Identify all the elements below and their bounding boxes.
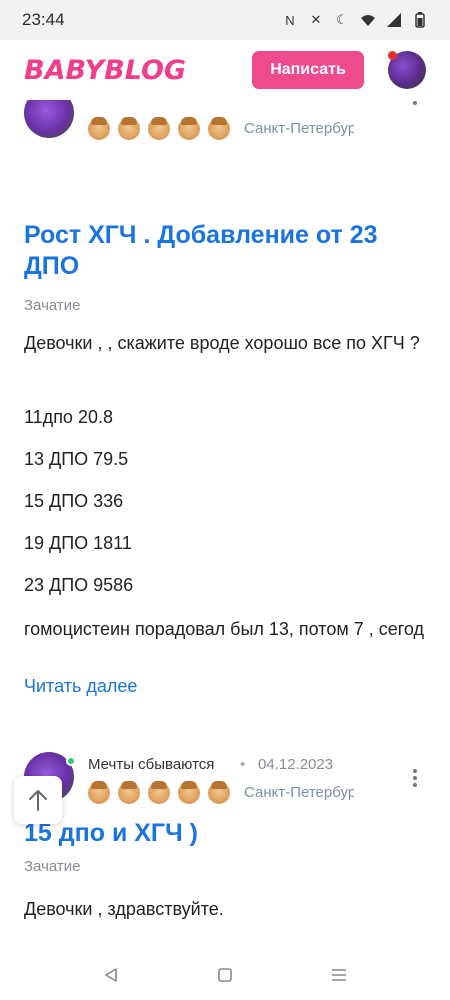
back-icon[interactable] (99, 967, 123, 983)
post-date: 04.12.2023 (258, 756, 334, 773)
post-text: Девочки , здравствуйте. (24, 899, 224, 919)
status-bar: 23:44 N ✕ ☾ (0, 0, 450, 40)
battery-icon (412, 12, 428, 28)
recents-icon[interactable] (327, 967, 351, 983)
online-indicator (66, 756, 76, 766)
system-nav-bar (0, 950, 450, 1000)
post-card: Санкт-Петербург Рост ХГЧ . Добавление от… (0, 100, 450, 808)
post-category[interactable]: Зачатие (24, 297, 81, 314)
notification-dot (388, 51, 397, 60)
status-icons: N ✕ ☾ (282, 12, 428, 28)
post-card: Мечты сбываются • 04.12.2023 Санкт-Петер… (0, 722, 450, 950)
badge-icon (88, 117, 110, 140)
app-header: BABYBLOG Написать (0, 40, 450, 100)
author-avatar[interactable] (24, 100, 74, 138)
author-city: Санкт-Петербург (244, 784, 354, 801)
profile-avatar[interactable] (388, 51, 426, 89)
badge-icon (88, 781, 110, 804)
post-text: 19 ДПО 1811 (24, 533, 132, 553)
badge-icon (178, 781, 200, 804)
badge-icon (148, 781, 170, 804)
scroll-to-top-button[interactable] (14, 776, 62, 824)
post-category[interactable]: Зачатие (24, 858, 81, 875)
badge-icon (148, 117, 170, 140)
post-text: Девочки , , скажите вроде хорошо все по … (24, 333, 420, 353)
read-more-link[interactable]: Читать далее (24, 676, 137, 697)
author-city: Санкт-Петербург (244, 120, 354, 137)
moon-icon: ☾ (336, 12, 348, 27)
post-text: 23 ДПО 9586 (24, 575, 134, 595)
post-author-row: Мечты сбываются • 04.12.2023 Санкт-Петер… (24, 752, 434, 812)
more-options-icon[interactable] (406, 100, 424, 110)
badge-icon (118, 781, 140, 804)
badge-icon (118, 117, 140, 140)
wifi-icon (360, 12, 376, 28)
write-button[interactable]: Написать (252, 51, 364, 89)
more-options-icon[interactable] (406, 766, 424, 792)
post-author-row: Санкт-Петербург (24, 100, 434, 148)
mute-icon: ✕ (310, 12, 322, 27)
post-title[interactable]: 15 дпо и ХГЧ ) (24, 818, 424, 849)
post-text: 11дпо 20.8 (24, 407, 113, 427)
status-time: 23:44 (22, 10, 65, 29)
user-badges (88, 781, 230, 804)
babyblog-logo[interactable]: BABYBLOG (24, 55, 186, 86)
post-text: 15 ДПО 336 (24, 491, 124, 511)
badge-icon (208, 781, 230, 804)
home-icon[interactable] (213, 967, 237, 983)
post-title[interactable]: Рост ХГЧ . Добавление от 23 ДПО (24, 220, 424, 282)
post-text: гомоцистеин порадовал был 13, потом 7 , … (24, 619, 424, 639)
user-badges (88, 117, 230, 140)
post-text: 13 ДПО 79.5 (24, 449, 129, 469)
nfc-icon: N (285, 12, 295, 28)
arrow-up-icon (29, 790, 47, 811)
signal-icon (386, 12, 402, 28)
separator-dot: • (240, 756, 246, 773)
author-name[interactable]: Мечты сбываются (88, 756, 214, 773)
feed[interactable]: Санкт-Петербург Рост ХГЧ . Добавление от… (0, 100, 450, 950)
badge-icon (208, 117, 230, 140)
badge-icon (178, 117, 200, 140)
